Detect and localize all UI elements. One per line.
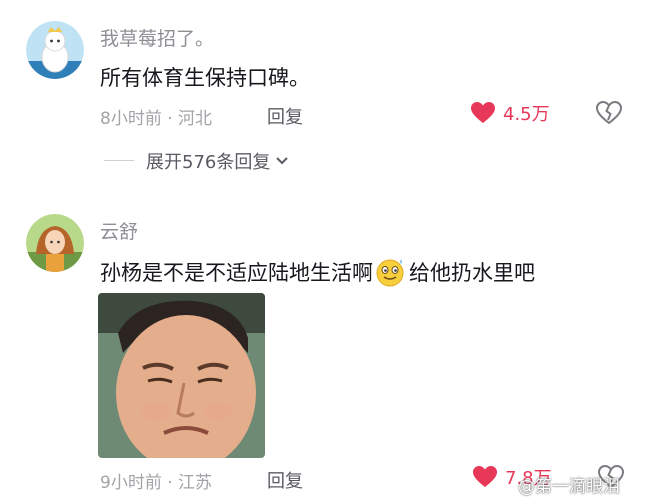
avatar[interactable] — [26, 214, 84, 272]
reply-button[interactable]: 回复 — [267, 103, 303, 129]
heart-filled-icon — [473, 466, 497, 487]
comment-meta: 9小时前 · 江苏 — [100, 468, 212, 493]
like-button[interactable]: 4.5万 — [470, 100, 550, 126]
comment-text-part: 孙杨是不是不适应陆地生活啊 — [100, 261, 373, 285]
expand-replies-button[interactable]: 展开576条回复 — [146, 148, 289, 174]
smiley-emoji-icon — [376, 259, 404, 287]
meta-separator: · — [167, 473, 179, 493]
comment-image[interactable] — [98, 293, 265, 458]
watermark: @第一滴眼泪 — [518, 477, 620, 497]
like-count: 4.5万 — [503, 104, 550, 125]
comment-username[interactable]: 云舒 — [100, 217, 138, 244]
avatar-image — [26, 214, 84, 272]
comment-location: 河北 — [178, 109, 213, 129]
dislike-button[interactable] — [595, 100, 623, 129]
avatar[interactable] — [26, 21, 84, 79]
reply-button[interactable]: 回复 — [267, 467, 303, 493]
broken-heart-icon — [595, 100, 623, 125]
chevron-down-icon — [276, 157, 289, 165]
comment-text-part: 给他扔水里吧 — [409, 261, 535, 285]
comment-text: 所有体育生保持口碑。 — [100, 66, 310, 90]
expand-replies-label: 展开576条回复 — [146, 152, 271, 173]
comment-time: 9小时前 — [100, 473, 162, 493]
comment-username[interactable]: 我草莓招了。 — [100, 24, 214, 51]
comment-meta: 8小时前 · 河北 — [100, 104, 212, 129]
meta-separator: · — [167, 109, 179, 129]
comment-time: 8小时前 — [100, 109, 162, 129]
comment-text: 孙杨是不是不适应陆地生活啊 给他扔水里吧 — [100, 256, 535, 288]
face-photo — [98, 293, 265, 458]
expand-divider — [104, 160, 134, 161]
heart-filled-icon — [471, 102, 495, 123]
avatar-image — [26, 21, 84, 79]
comment-location: 江苏 — [178, 473, 213, 493]
